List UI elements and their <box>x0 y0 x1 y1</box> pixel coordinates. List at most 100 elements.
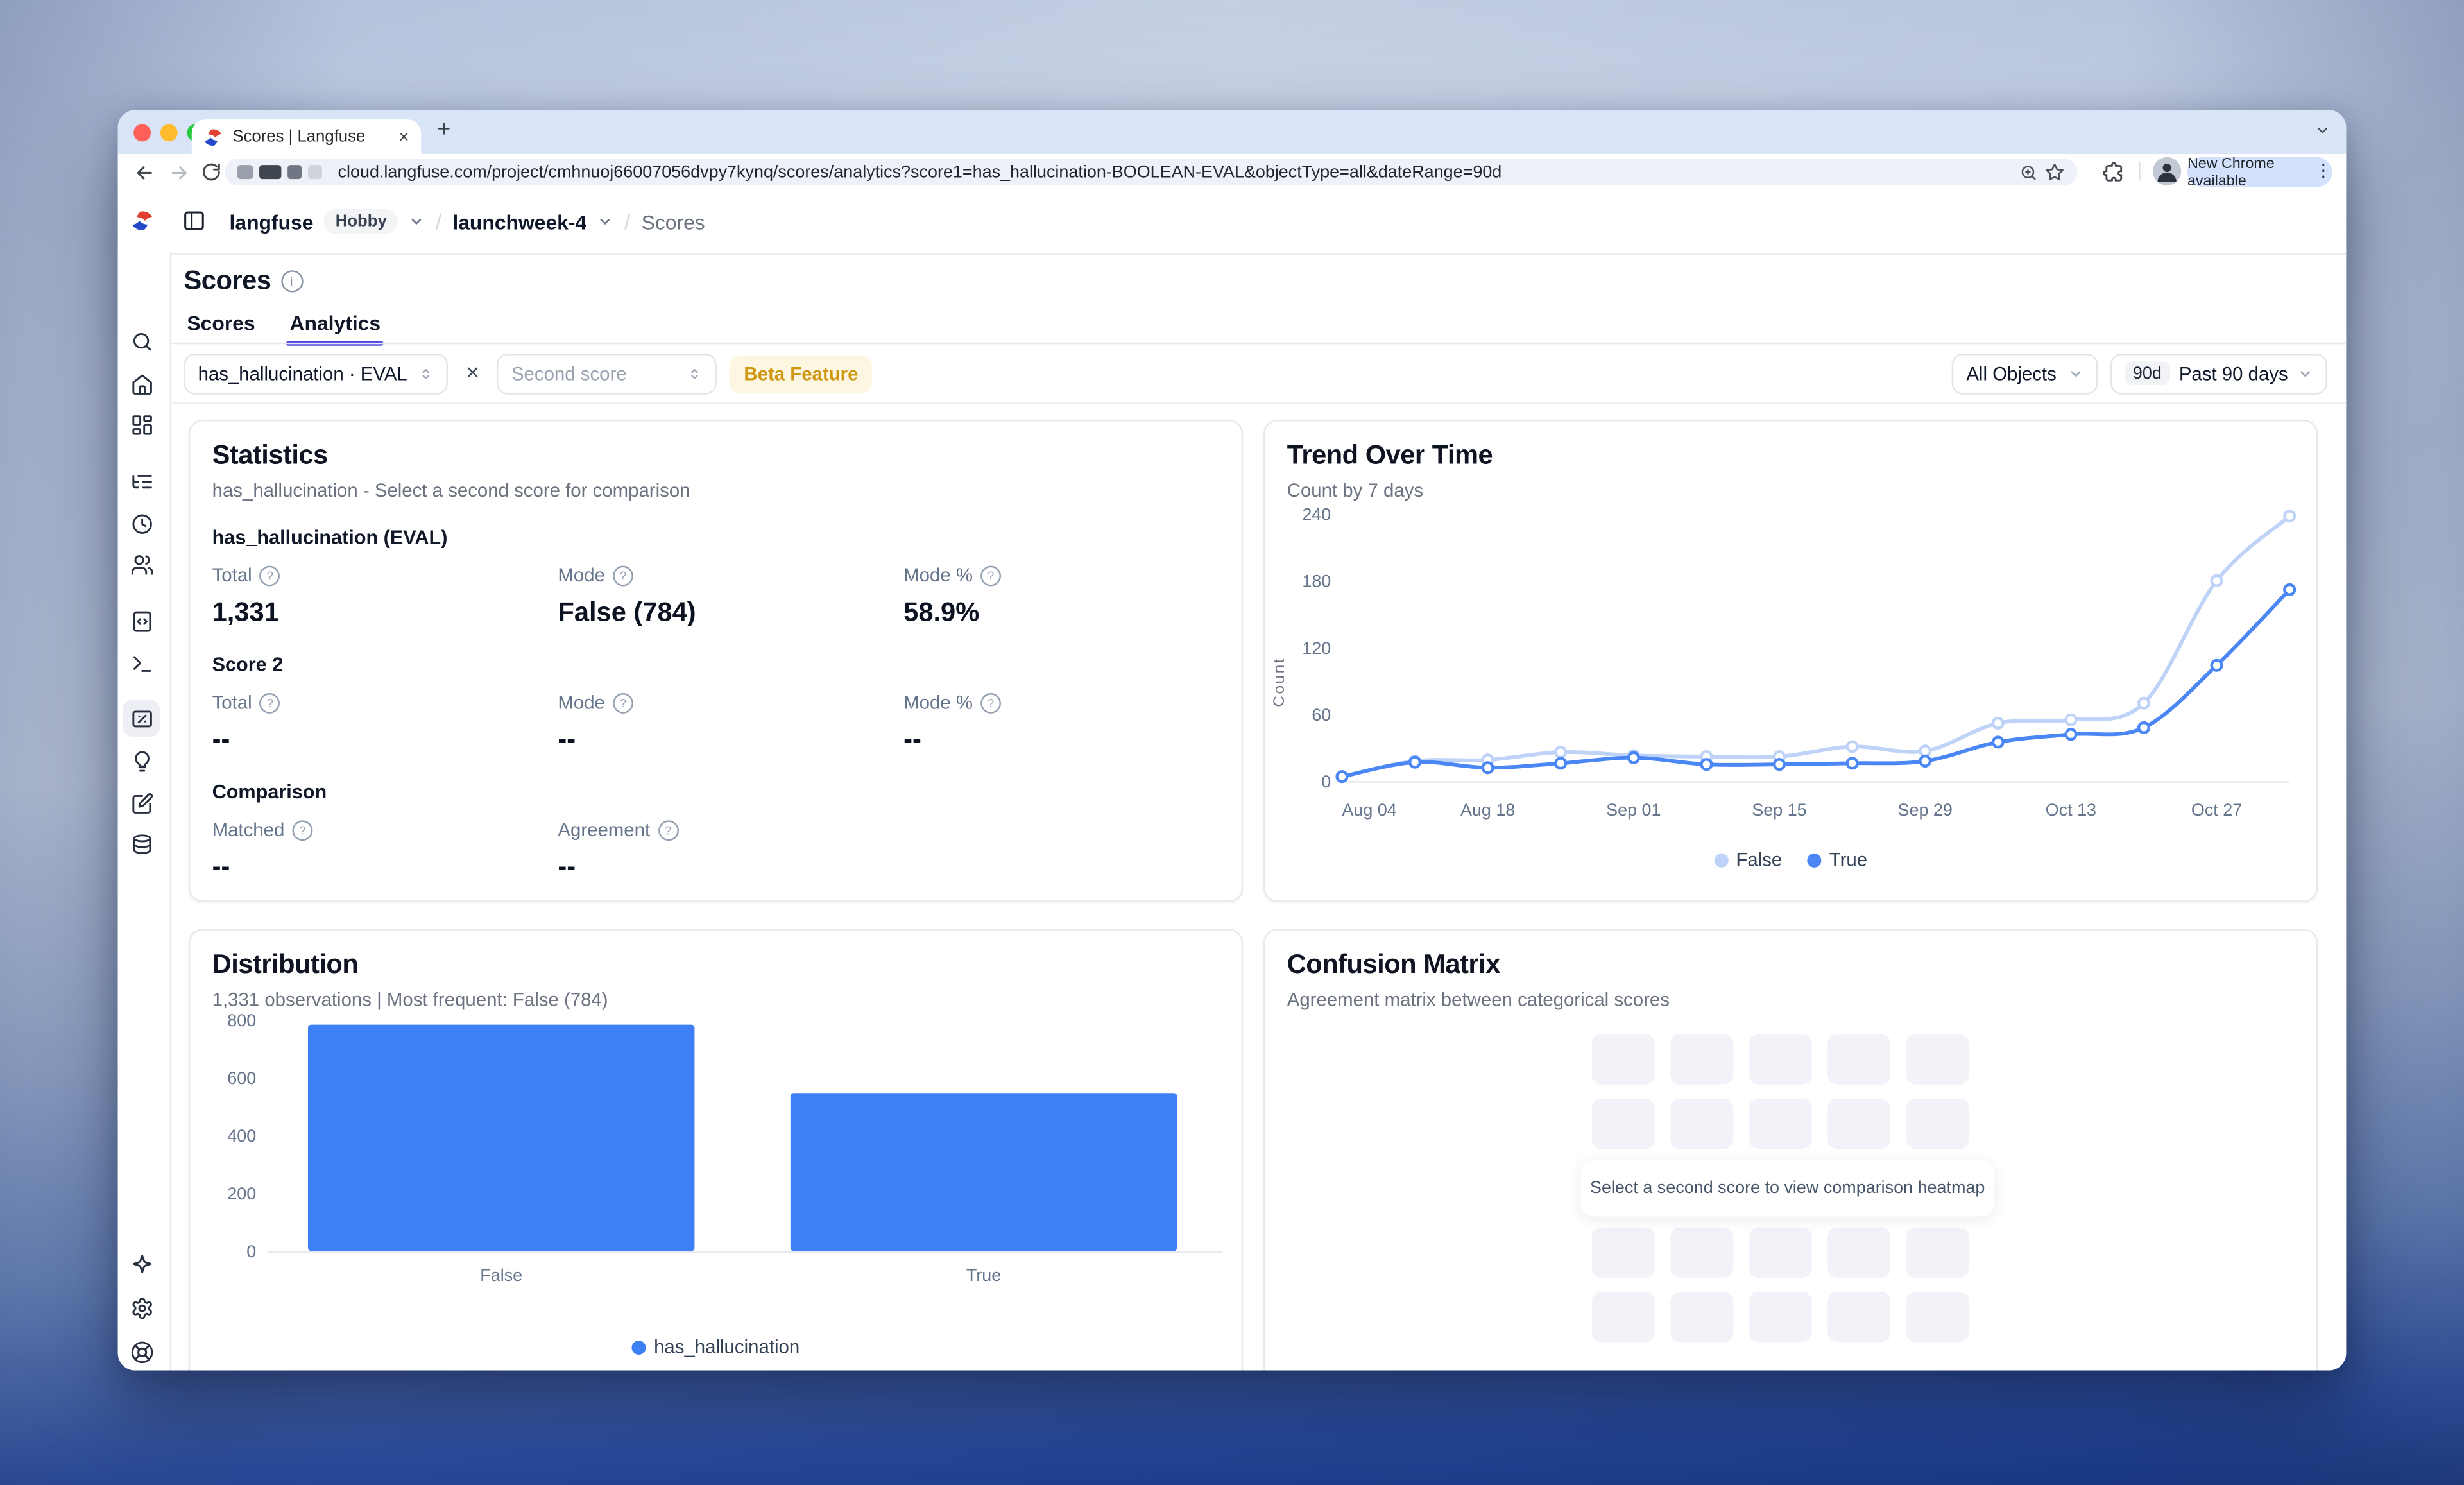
svg-text:Sep 29: Sep 29 <box>1898 800 1953 820</box>
updown-chevrons-icon <box>418 364 434 382</box>
legend-item: True <box>1807 848 1867 870</box>
help-icon[interactable]: ? <box>260 565 280 585</box>
extensions-icon[interactable] <box>2101 160 2123 182</box>
svg-text:120: 120 <box>1302 639 1331 658</box>
help-icon[interactable]: ? <box>980 565 1001 585</box>
tab-scores[interactable]: Scores <box>184 311 259 346</box>
heatmap-placeholder-cell <box>1749 1228 1812 1278</box>
url-bar[interactable]: cloud.langfuse.com/project/cmhnuoj660070… <box>225 159 2077 185</box>
stat-row: Total?1,331Mode?False (784)Mode %?58.9% <box>212 564 1220 628</box>
new-tab-button[interactable]: + <box>437 116 450 143</box>
reload-icon[interactable] <box>201 162 221 182</box>
sidebar-item-playground[interactable] <box>123 644 160 682</box>
breadcrumb-separator: / <box>624 209 631 234</box>
heatmap-placeholder-cell <box>1906 1292 1969 1342</box>
stat-value: 1,331 <box>212 597 558 629</box>
sidebar-item-evaluators[interactable] <box>123 742 160 780</box>
legend-item: has_hallucination <box>632 1336 800 1358</box>
stat-cell: Mode %?58.9% <box>903 564 1219 628</box>
site-chip-redacted <box>237 165 253 179</box>
sidebar-item-sparkle[interactable] <box>123 1245 160 1283</box>
stat-group-heading: Score 2 <box>212 654 1220 676</box>
help-icon[interactable]: ? <box>658 820 678 840</box>
tracing-icon <box>130 469 153 493</box>
chrome-update-pill[interactable]: New Chrome available ⋮ <box>2187 157 2332 187</box>
tab-close-icon[interactable] <box>398 130 411 143</box>
breadcrumb-org[interactable]: langfuse <box>230 210 314 234</box>
heatmap-placeholder-cell <box>1592 1228 1655 1278</box>
date-range-value: Past 90 days <box>2179 362 2288 384</box>
browser-tab[interactable]: Scores | Langfuse <box>192 119 422 154</box>
svg-text:Sep 15: Sep 15 <box>1752 800 1806 820</box>
bookmark-star-icon[interactable] <box>2044 162 2065 182</box>
distribution-card: Distribution 1,331 observations | Most f… <box>189 929 1243 1370</box>
page-title: Scores <box>184 266 271 297</box>
heatmap-placeholder-cell <box>1592 1099 1655 1149</box>
site-chip-redacted <box>287 165 302 179</box>
second-score-select[interactable]: Second score <box>497 353 717 394</box>
date-range-select[interactable]: 90d Past 90 days <box>2111 353 2327 394</box>
langfuse-logo-icon[interactable] <box>130 209 154 233</box>
trend-line-chart[interactable]: 060120180240CountAug 04Aug 18Sep 01Sep 1… <box>1268 494 2305 844</box>
help-icon[interactable]: ? <box>980 692 1001 713</box>
card-title: Distribution <box>212 949 1220 981</box>
object-filter-value: All Objects <box>1966 362 2056 384</box>
card-title: Confusion Matrix <box>1287 949 2295 981</box>
heatmap-placeholder-cell <box>1749 1034 1812 1084</box>
breadcrumb-section[interactable]: Scores <box>642 210 705 234</box>
legend-dot-icon <box>1807 854 1821 868</box>
sidebar-item-search[interactable] <box>123 322 160 360</box>
stat-label: Mode %? <box>903 692 1219 714</box>
stat-label: Matched? <box>212 819 558 841</box>
score1-select[interactable]: has_hallucination · EVAL <box>184 353 449 394</box>
help-icon[interactable]: ? <box>613 692 633 713</box>
svg-text:Count: Count <box>1270 657 1288 707</box>
sidebar-item-settings[interactable] <box>123 1289 160 1326</box>
svg-text:False: False <box>480 1266 522 1285</box>
site-chip-redacted <box>259 165 281 179</box>
help-icon[interactable]: ? <box>260 692 280 713</box>
sparkle-icon <box>130 1252 153 1276</box>
window-minimize-button[interactable] <box>160 123 178 141</box>
profile-avatar[interactable] <box>2153 157 2181 185</box>
stat-label: Agreement? <box>558 819 903 841</box>
tab-analytics[interactable]: Analytics <box>287 311 384 346</box>
object-filter-select[interactable]: All Objects <box>1952 353 2098 394</box>
chevron-down-icon <box>2297 365 2313 381</box>
updown-chevrons-icon <box>687 364 703 382</box>
info-icon[interactable]: i <box>280 270 302 292</box>
sidebar-item-dashboards[interactable] <box>123 406 160 443</box>
support-icon <box>130 1340 153 1364</box>
sidebar-item-scores[interactable] <box>123 700 160 737</box>
sidebar-toggle-icon[interactable] <box>182 209 206 233</box>
sidebar-item-users[interactable] <box>123 545 160 583</box>
window-close-button[interactable] <box>133 123 151 141</box>
stat-label: Mode? <box>558 564 903 586</box>
zoom-icon[interactable] <box>2019 162 2038 181</box>
chevron-down-icon[interactable] <box>597 214 613 229</box>
back-icon[interactable] <box>133 162 155 184</box>
heatmap-placeholder-cell <box>1827 1099 1890 1149</box>
forward-icon[interactable] <box>168 162 190 184</box>
tab-search-icon[interactable] <box>2314 123 2330 138</box>
sidebar-item-sessions[interactable] <box>123 504 160 542</box>
sidebar-item-prompts[interactable] <box>123 602 160 640</box>
heatmap-placeholder-cell <box>1749 1099 1812 1149</box>
distribution-bar-chart[interactable]: 0200400600800FalseTrue <box>193 1002 1230 1317</box>
menu-dots-icon[interactable]: ⋮ <box>2314 164 2332 181</box>
breadcrumb-project[interactable]: launchweek-4 <box>452 210 586 234</box>
stat-label: Mode? <box>558 692 903 714</box>
help-icon[interactable]: ? <box>613 565 633 585</box>
sidebar-item-annotate[interactable] <box>123 784 160 822</box>
svg-text:Oct 27: Oct 27 <box>2191 800 2242 820</box>
chevron-down-icon[interactable] <box>409 214 424 229</box>
svg-text:200: 200 <box>227 1184 256 1203</box>
sidebar-item-home[interactable] <box>123 365 160 402</box>
sidebar-item-datasets[interactable] <box>123 825 160 863</box>
sidebar-item-tracing[interactable] <box>123 462 160 500</box>
help-icon[interactable]: ? <box>293 820 313 840</box>
clear-score1-button[interactable]: ✕ <box>461 363 484 384</box>
sidebar-item-support[interactable] <box>123 1333 160 1371</box>
heatmap-placeholder-cell <box>1906 1228 1969 1278</box>
heatmap-placeholder-message: Select a second score to view comparison… <box>1581 1160 1994 1216</box>
